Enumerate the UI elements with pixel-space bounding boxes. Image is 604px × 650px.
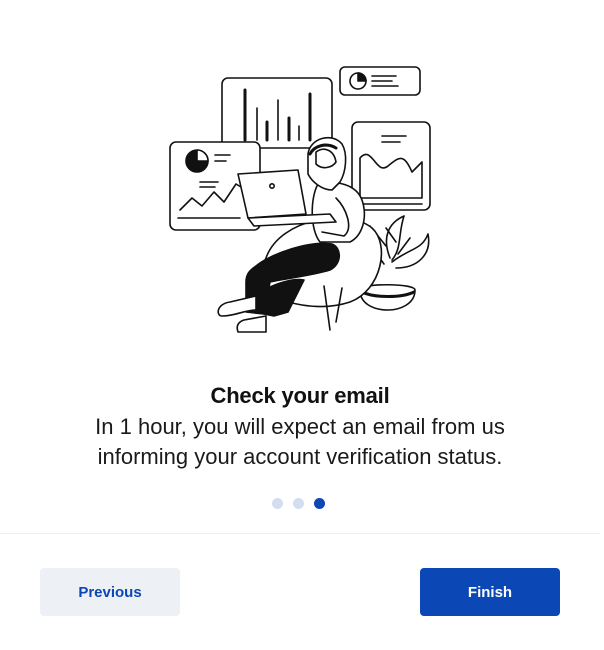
footer-divider: [0, 533, 600, 534]
page-description: In 1 hour, you will expect an email from…: [95, 414, 505, 469]
pagination-dot-1: [272, 498, 283, 509]
pagination-dot-2: [293, 498, 304, 509]
person-with-laptop-illustration: [160, 58, 440, 343]
finish-button[interactable]: Finish: [420, 568, 560, 616]
pagination-dots: [272, 498, 325, 509]
pagination-dot-3-active: [314, 498, 325, 509]
page-title: Check your email: [210, 383, 390, 408]
previous-button[interactable]: Previous: [40, 568, 180, 616]
